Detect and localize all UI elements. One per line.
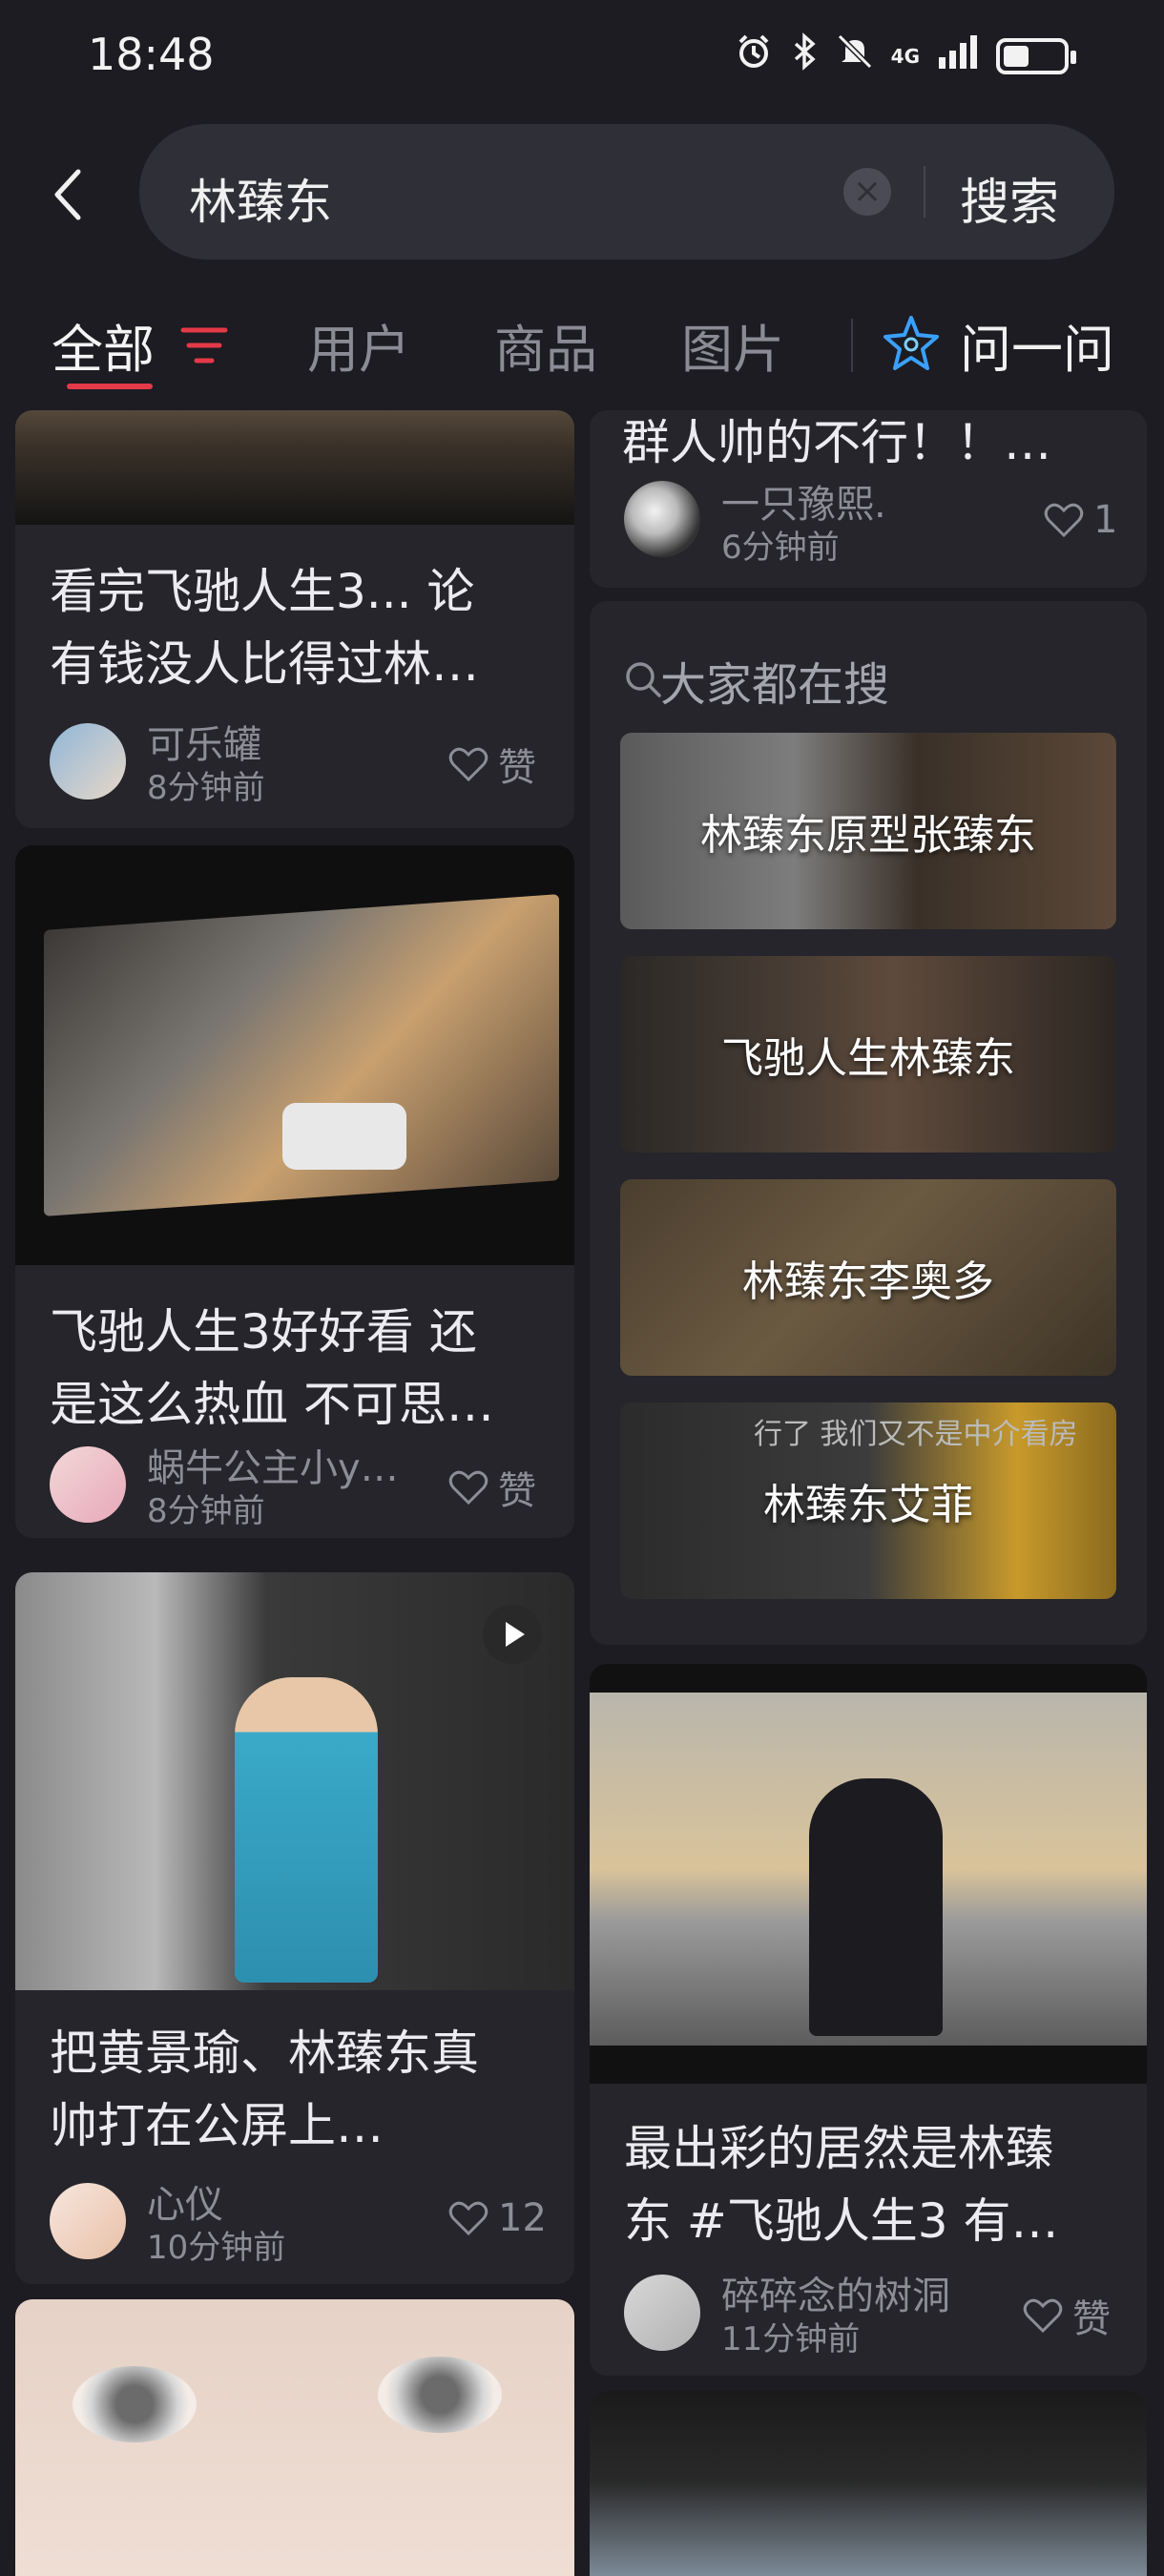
alarm-icon	[735, 32, 773, 79]
post-card[interactable]: 飞驰人生3好好看 还 是这么热血 不可思… 蜗牛公主小y… 8分钟前 赞	[15, 845, 574, 1538]
post-image	[15, 410, 574, 525]
post-image	[590, 2391, 1147, 2576]
hot-search-label: 林臻东原型张臻东	[700, 811, 1036, 860]
post-card[interactable]: 最出彩的居然是林臻 东 #飞驰人生3 有… 碎碎念的树洞 11分钟前 赞	[590, 1664, 1147, 2376]
like-button[interactable]: 12	[448, 2196, 547, 2240]
active-tab-underline	[67, 384, 153, 389]
ai-star-icon	[882, 314, 941, 377]
post-time: 8分钟前	[147, 1492, 265, 1530]
like-count: 12	[498, 2196, 547, 2240]
status-icons: 4G	[735, 32, 1076, 79]
tab-images[interactable]: 图片	[681, 307, 784, 383]
tab-goods[interactable]: 商品	[494, 307, 597, 383]
tab-users[interactable]: 用户	[307, 307, 410, 383]
avatar[interactable]	[50, 723, 126, 800]
post-title: 最出彩的居然是林臻 东 #飞驰人生3 有…	[624, 2121, 1059, 2249]
tab-all[interactable]: 全部	[52, 307, 155, 383]
clear-icon[interactable]: ×	[843, 168, 891, 216]
search-bar-row: 林臻东 × 搜索	[0, 124, 1164, 260]
bluetooth-icon	[790, 32, 819, 79]
post-title: 看完飞驰人生3... 论 有钱没人比得过林…	[50, 564, 479, 692]
search-icon	[624, 660, 662, 702]
post-card[interactable]	[590, 2391, 1147, 2576]
battery-icon	[996, 37, 1076, 74]
results-feed: 看完飞驰人生3... 论 有钱没人比得过林… 可乐罐 8分钟前 赞 群人帅的不行…	[0, 410, 1164, 2576]
network-label: 4G	[890, 44, 920, 68]
search-box[interactable]: 林臻东 × 搜索	[139, 124, 1114, 260]
search-button[interactable]: 搜索	[960, 162, 1059, 234]
back-icon[interactable]	[50, 166, 88, 223]
search-input[interactable]: 林臻东	[189, 164, 332, 233]
result-tabs: 全部 用户 商品 图片 问一问	[0, 286, 1164, 401]
hot-search-card: 大家都在搜 林臻东原型张臻东 飞驰人生林臻东 林臻东李奥多 行了 我们又不是中介…	[590, 601, 1147, 1645]
signal-icon	[937, 34, 979, 77]
post-image	[15, 845, 574, 1265]
avatar[interactable]	[50, 2183, 126, 2259]
mute-bell-icon	[836, 32, 874, 79]
hot-search-label: 飞驰人生林臻东	[721, 1034, 1015, 1083]
tab-separator	[851, 319, 853, 372]
avatar[interactable]	[624, 481, 700, 557]
like-button[interactable]: 赞	[1023, 2288, 1111, 2343]
hot-search-item[interactable]: 林臻东李奥多	[620, 1179, 1116, 1376]
like-count: 赞	[498, 1469, 536, 1513]
hot-search-item[interactable]: 林臻东原型张臻东	[620, 733, 1116, 929]
hot-search-item[interactable]: 行了 我们又不是中介看房 林臻东艾菲	[620, 1402, 1116, 1599]
post-time: 10分钟前	[147, 2229, 286, 2267]
heart-icon	[1023, 2298, 1063, 2334]
like-button[interactable]: 赞	[448, 737, 536, 792]
like-button[interactable]: 赞	[448, 1460, 536, 1515]
heart-icon	[448, 2201, 488, 2236]
post-title: 把黄景瑜、林臻东真 帅打在公屏上…	[50, 2025, 479, 2153]
post-time: 8分钟前	[147, 769, 265, 807]
like-button[interactable]: 1	[1044, 498, 1117, 542]
post-title: 群人帅的不行！！…	[622, 415, 1051, 470]
post-card[interactable]: 看完飞驰人生3... 论 有钱没人比得过林… 可乐罐 8分钟前 赞	[15, 410, 574, 828]
filter-icon[interactable]	[179, 324, 229, 370]
status-bar: 18:48 4G	[0, 0, 1164, 114]
post-card[interactable]: 群人帅的不行！！… 一只豫熙. 6分钟前 1	[590, 410, 1147, 588]
post-time: 11分钟前	[721, 2320, 861, 2358]
post-image	[590, 1664, 1147, 2084]
heart-icon	[1044, 503, 1084, 538]
ask-button[interactable]: 问一问	[882, 307, 1114, 383]
like-count: 赞	[498, 746, 536, 790]
clock: 18:48	[88, 29, 215, 80]
post-card[interactable]: 把黄景瑜、林臻东真 帅打在公屏上… 心仪 10分钟前 12	[15, 1572, 574, 2284]
like-count: 赞	[1072, 2297, 1111, 2341]
heart-icon	[448, 747, 488, 782]
post-card[interactable]	[15, 2299, 574, 2576]
hot-search-label: 林臻东艾菲	[763, 1481, 973, 1529]
avatar[interactable]	[624, 2275, 700, 2351]
post-title: 飞驰人生3好好看 还 是这么热血 不可思…	[50, 1304, 494, 1432]
post-time: 6分钟前	[721, 529, 840, 567]
play-icon[interactable]	[483, 1605, 542, 1664]
post-image	[15, 2299, 574, 2576]
hot-search-title: 大家都在搜	[660, 658, 890, 712]
heart-icon	[448, 1470, 488, 1506]
search-divider	[924, 166, 925, 218]
avatar[interactable]	[50, 1446, 126, 1523]
like-count: 1	[1093, 498, 1118, 542]
hot-search-label: 林臻东李奥多	[742, 1257, 994, 1306]
ask-label: 问一问	[960, 320, 1114, 380]
hot-search-item[interactable]: 飞驰人生林臻东	[620, 956, 1116, 1153]
